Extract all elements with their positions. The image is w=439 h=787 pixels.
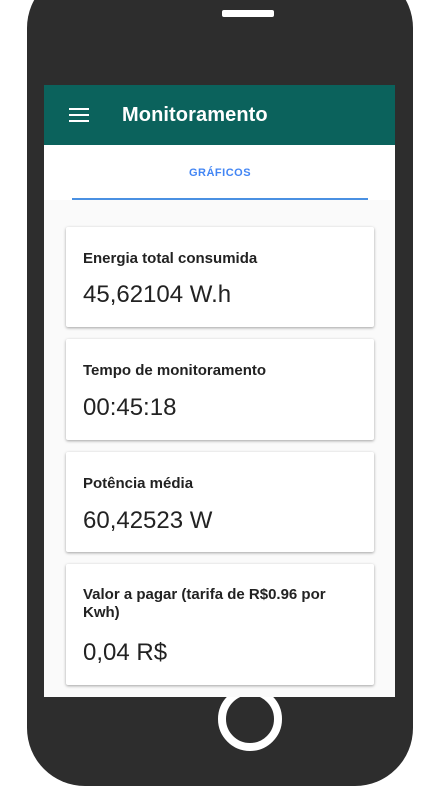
- app-title: Monitoramento: [122, 103, 268, 126]
- card-label: Potência média: [83, 475, 194, 492]
- app-bar: Monitoramento: [44, 85, 395, 145]
- card-potencia-media: Potência média 60,42523 W: [66, 452, 374, 552]
- card-label: Energia total consumida: [83, 250, 258, 267]
- card-tempo-monitoramento: Tempo de monitoramento 00:45:18: [66, 339, 374, 440]
- card-value: 60,42523 W: [83, 507, 213, 534]
- app-screen: Monitoramento GRÁFICOS Energia total con…: [44, 85, 395, 697]
- card-energia-total: Energia total consumida 45,62104 W.h: [66, 227, 374, 327]
- card-value: 45,62104 W.h: [83, 281, 232, 308]
- tab-indicator: [72, 198, 368, 200]
- card-label: Tempo de monitoramento: [83, 362, 267, 379]
- tab-bar: GRÁFICOS: [44, 145, 395, 200]
- card-valor-a-pagar: Valor a pagar (tarifa de R$0.96 por Kwh)…: [66, 564, 374, 685]
- card-label: Valor a pagar (tarifa de R$0.96 por Kwh): [83, 586, 326, 621]
- card-value: 0,04 R$: [83, 639, 168, 666]
- card-value: 00:45:18: [83, 394, 177, 421]
- menu-icon[interactable]: [69, 108, 89, 122]
- tab-graficos[interactable]: GRÁFICOS: [72, 145, 368, 200]
- speaker-slot: [222, 10, 274, 17]
